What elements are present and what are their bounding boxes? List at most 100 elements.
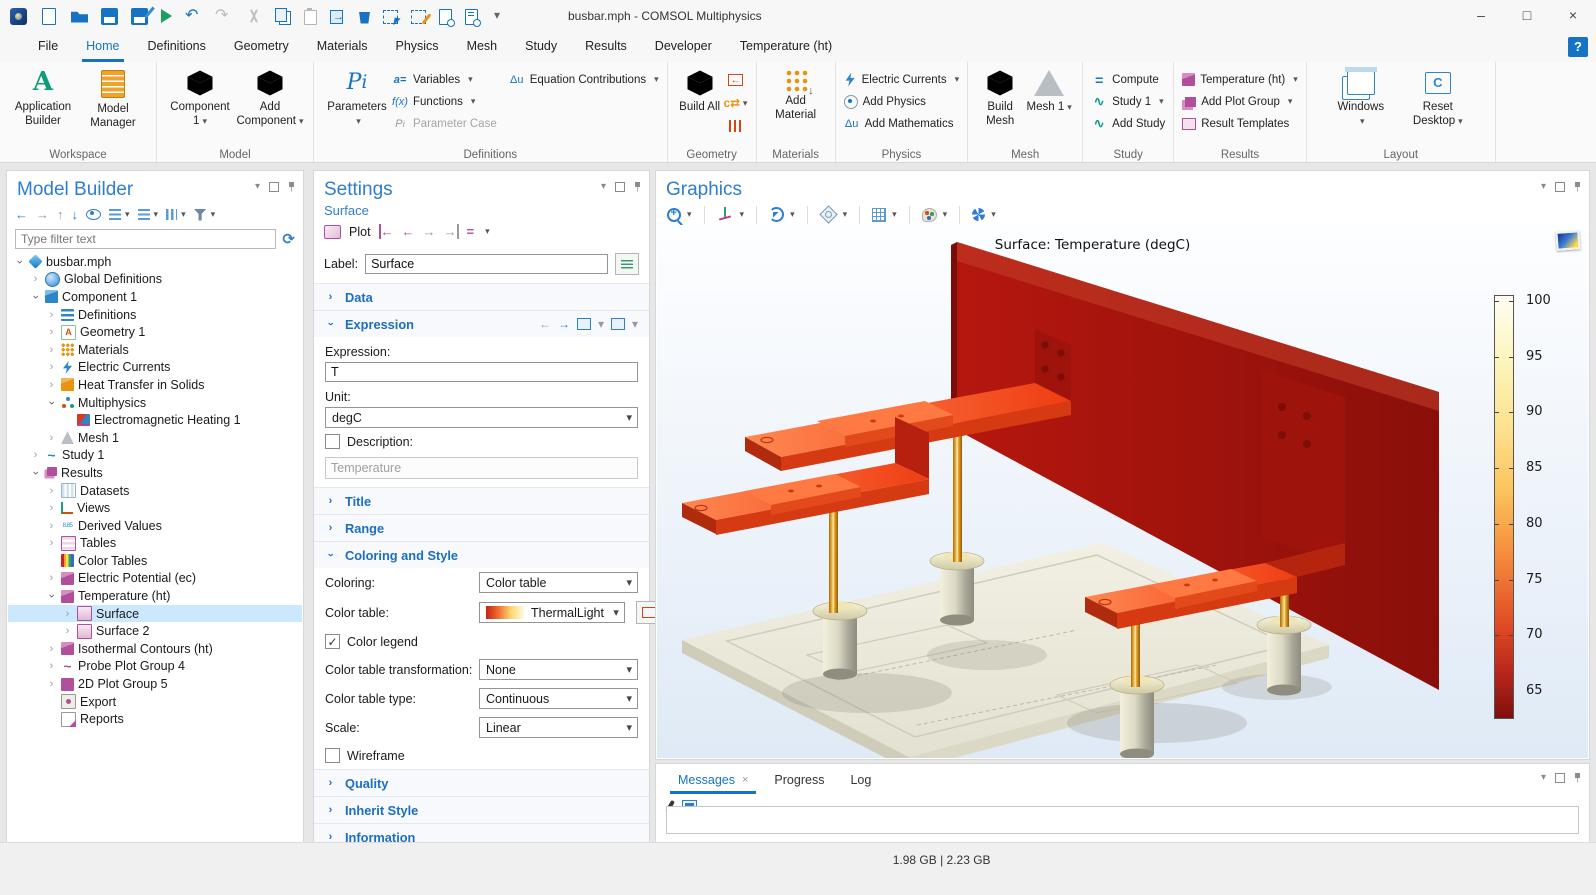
application-builder-button[interactable]: A Application Builder — [8, 66, 78, 129]
next-expression-icon[interactable]: → — [558, 317, 570, 331]
color-legend-checkbox[interactable] — [325, 634, 340, 649]
tree-item-mesh-1[interactable]: ›Mesh 1 — [8, 429, 302, 447]
duplicate-icon[interactable] — [330, 10, 343, 24]
chevron-down-icon[interactable]: ▾ — [687, 209, 692, 220]
run-icon[interactable] — [161, 9, 172, 23]
select-box-icon[interactable] — [383, 10, 398, 24]
chevron-down-icon[interactable]: ▾ — [485, 226, 490, 237]
tree-item-isothermal-contours-ht-[interactable]: ›Isothermal Contours (ht) — [8, 640, 302, 658]
tree-expander[interactable]: › — [46, 361, 57, 373]
color-table-combobox[interactable]: ThermalLight — [479, 602, 625, 623]
tree-expander[interactable]: › — [46, 537, 57, 549]
panel-menu-icon[interactable]: ▾ — [1541, 772, 1546, 783]
search-icon[interactable] — [465, 9, 478, 25]
unit-combobox[interactable]: degC — [325, 407, 638, 428]
cut-icon[interactable] — [245, 8, 262, 25]
replace-expression-icon[interactable] — [611, 318, 625, 330]
chevron-down-icon[interactable]: ▾ — [843, 209, 848, 220]
tree-expander[interactable]: › — [46, 379, 57, 391]
chevron-down-icon[interactable]: ▾ — [125, 209, 130, 220]
panel-menu-icon[interactable]: ▾ — [1541, 181, 1546, 192]
tree-item-datasets[interactable]: ›Datasets — [8, 482, 302, 500]
tree-item-electromagnetic-heating-1[interactable]: Electromagnetic Heating 1 — [8, 411, 302, 429]
float-panel-icon[interactable] — [1555, 182, 1565, 192]
chevron-down-icon[interactable]: ▾ — [154, 209, 159, 220]
tree-item-reports[interactable]: Reports — [8, 710, 302, 728]
messages-tab-log[interactable]: Log — [840, 769, 881, 794]
tree-item-busbar-mph[interactable]: ›busbar.mph — [8, 253, 302, 271]
pin-panel-icon[interactable] — [288, 182, 295, 192]
menu-tab-mesh[interactable]: Mesh — [453, 32, 512, 62]
tree-item-study-1[interactable]: ›Study 1 — [8, 447, 302, 465]
add-physics-button[interactable]: Add Physics — [844, 92, 960, 111]
rotate-button[interactable]: ▾ — [766, 206, 798, 223]
color-button[interactable]: ▾ — [919, 207, 951, 223]
tree-expander[interactable]: › — [46, 502, 57, 514]
tree-item-materials[interactable]: ›Materials — [8, 341, 302, 359]
transformation-combobox[interactable]: None — [479, 659, 638, 680]
description-checkbox[interactable] — [325, 434, 340, 449]
maximize-button[interactable]: □ — [1504, 0, 1550, 32]
menu-tab-file[interactable]: File — [24, 32, 72, 62]
clear-selection-icon[interactable] — [411, 10, 426, 24]
float-panel-icon[interactable] — [1555, 773, 1565, 783]
tree-item-results[interactable]: ›Results — [8, 464, 302, 482]
tree-expander[interactable]: › — [30, 467, 42, 478]
prev-expression-icon[interactable]: ← — [539, 317, 551, 331]
add-plot-group-button[interactable]: Add Plot Group▾ — [1182, 92, 1298, 111]
menu-tab-definitions[interactable]: Definitions — [134, 32, 220, 62]
panel-menu-icon[interactable]: ▾ — [255, 181, 260, 192]
tree-item-surface[interactable]: ›Surface — [8, 605, 302, 623]
chevron-down-icon[interactable]: ▾ — [943, 209, 948, 220]
add-material-button[interactable]: Add Material — [765, 66, 827, 123]
app-icon[interactable] — [10, 8, 27, 25]
insert-expression-icon[interactable] — [577, 318, 591, 330]
minimize-button[interactable]: – — [1458, 0, 1504, 32]
tree-item-electric-potential-ec-[interactable]: ›Electric Potential (ec) — [8, 570, 302, 588]
menu-tab-home[interactable]: Home — [72, 32, 133, 62]
tree-expander[interactable]: › — [46, 432, 57, 444]
compute-button[interactable]: =Compute — [1091, 70, 1165, 89]
menu-tab-materials[interactable]: Materials — [303, 32, 382, 62]
chevron-down-icon[interactable]: ▾ — [632, 317, 638, 331]
copy-icon[interactable] — [279, 11, 291, 25]
chevron-down-icon[interactable]: ▾ — [991, 209, 996, 220]
messages-output[interactable] — [666, 806, 1579, 834]
chevron-down-icon[interactable]: ▾ — [181, 209, 186, 220]
tree-expander[interactable]: › — [46, 485, 57, 497]
variables-button[interactable]: a=Variables▾ — [392, 70, 497, 89]
add-study-button[interactable]: ∿Add Study — [1091, 114, 1165, 133]
section-coloring-style[interactable]: ›Coloring and Style — [314, 541, 649, 568]
panel-menu-icon[interactable]: ▾ — [601, 181, 606, 192]
parameter-case-button[interactable]: PiParameter Case — [392, 114, 497, 133]
menu-tab-geometry[interactable]: Geometry — [220, 32, 303, 62]
messages-tab-progress[interactable]: Progress — [764, 769, 834, 794]
close-tab-icon[interactable]: × — [742, 774, 748, 786]
tree-expander[interactable]: › — [46, 678, 57, 690]
study-1-button[interactable]: ∿Study 1▾ — [1091, 92, 1165, 111]
plot-settings-icon[interactable]: = — [467, 224, 475, 239]
tree-expander[interactable]: › — [14, 256, 26, 267]
tree-item-export[interactable]: Export — [8, 693, 302, 711]
menu-tab-physics[interactable]: Physics — [381, 32, 452, 62]
chevron-down-icon[interactable]: ▾ — [790, 209, 795, 220]
up-icon[interactable]: ↑ — [57, 207, 64, 222]
section-expression[interactable]: ›Expression ← → ▾ ▾ — [314, 310, 649, 337]
expand-icon[interactable] — [109, 209, 121, 220]
undo-icon[interactable] — [185, 8, 202, 25]
tree-expander[interactable]: › — [46, 520, 57, 532]
tree-expander[interactable]: › — [46, 660, 57, 672]
import-geometry-button[interactable] — [724, 70, 748, 90]
tree-item-geometry-1[interactable]: ›Geometry 1 — [8, 323, 302, 341]
filter-icon[interactable] — [194, 209, 207, 221]
reset-desktop-button[interactable]: C Reset Desktop▾ — [1405, 66, 1471, 129]
tree-item-color-tables[interactable]: Color Tables — [8, 552, 302, 570]
float-panel-icon[interactable] — [615, 182, 625, 192]
first-plot-icon[interactable]: ← — [379, 224, 394, 239]
delete-icon[interactable] — [359, 12, 370, 24]
rebuild-button[interactable]: c⇄▾ — [724, 93, 748, 113]
scene-button[interactable]: ▾ — [817, 205, 851, 224]
down-icon[interactable]: ↓ — [72, 207, 79, 222]
show-icon[interactable] — [86, 209, 101, 220]
tree-expander[interactable]: › — [30, 291, 42, 302]
